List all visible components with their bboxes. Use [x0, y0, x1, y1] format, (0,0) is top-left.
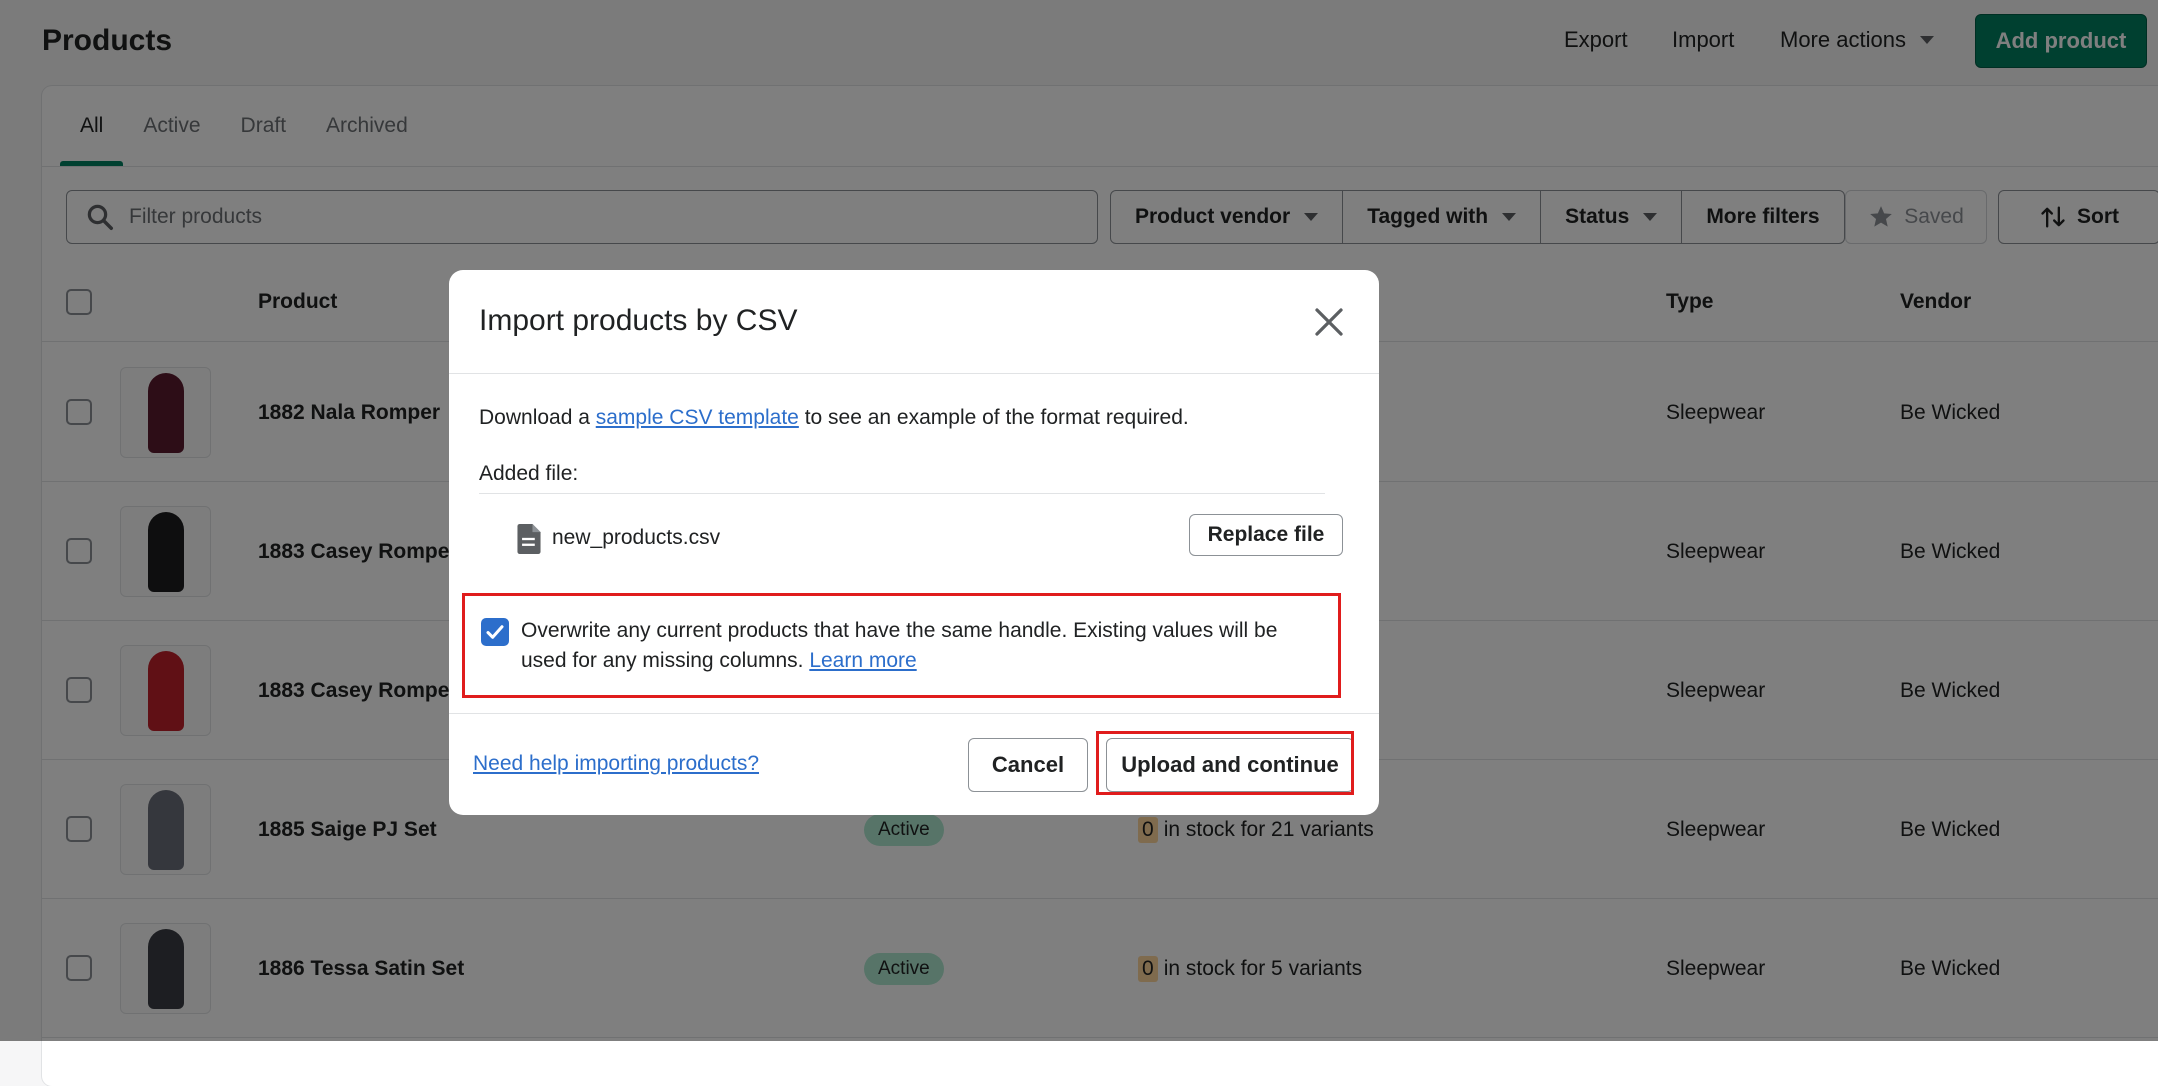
replace-file-button[interactable]: Replace file: [1189, 514, 1343, 556]
cancel-button[interactable]: Cancel: [968, 738, 1088, 792]
desc-suffix: to see an example of the format required…: [804, 406, 1189, 429]
overwrite-option-text: Overwrite any current products that have…: [521, 616, 1321, 676]
modal-header: Import products by CSV: [449, 270, 1379, 374]
added-file-label: Added file:: [479, 462, 579, 485]
desc-prefix: Download a: [479, 406, 590, 429]
added-file-divider: [479, 493, 1325, 494]
sample-csv-template-link[interactable]: sample CSV template: [596, 406, 799, 429]
learn-more-link[interactable]: Learn more: [809, 649, 916, 672]
upload-and-continue-button[interactable]: Upload and continue: [1106, 738, 1354, 792]
uploaded-file-name: new_products.csv: [552, 526, 721, 549]
close-icon[interactable]: [1311, 304, 1347, 340]
modal-footer-divider: [449, 713, 1379, 714]
checkmark-icon: [486, 625, 504, 639]
import-csv-modal: Import products by CSV Download a sample…: [449, 270, 1379, 815]
document-icon: [517, 524, 541, 554]
modal-title: Import products by CSV: [479, 304, 798, 337]
need-help-importing-link[interactable]: Need help importing products?: [473, 752, 759, 776]
csv-template-description: Download a sample CSV template to see an…: [479, 406, 1189, 430]
overwrite-checkbox[interactable]: [481, 618, 509, 646]
